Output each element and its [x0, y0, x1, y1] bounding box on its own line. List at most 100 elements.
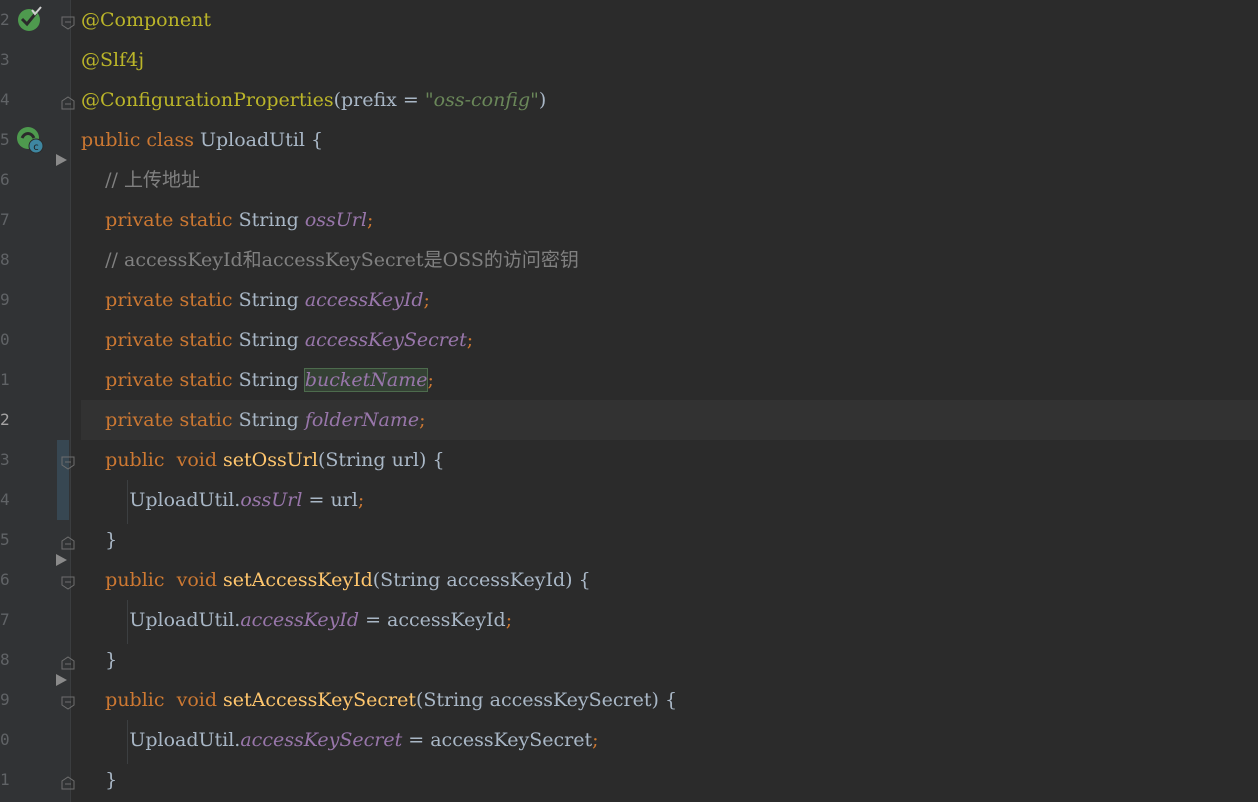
fold-end-icon[interactable]	[61, 776, 75, 790]
code-text[interactable]: UploadUtil.ossUrl = url;	[81, 480, 364, 520]
code-text[interactable]: public class UploadUtil {	[81, 120, 323, 160]
code-line-area[interactable]: @Component	[81, 0, 1258, 40]
code-token: ;	[366, 209, 374, 231]
spring-class-icon[interactable]: c	[16, 126, 44, 154]
code-line-area[interactable]: private static String accessKeyId;	[81, 280, 1258, 320]
code-line[interactable]: 3 public void setOssUrl(String url) {	[0, 440, 1258, 480]
fold-marker-icon[interactable]	[61, 456, 75, 470]
line-number[interactable]: 6	[0, 570, 12, 590]
code-line[interactable]: 7 UploadUtil.accessKeyId = accessKeyId;	[0, 600, 1258, 640]
code-token: UploadUtil {	[199, 129, 324, 151]
code-line-area[interactable]: public void setAccessKeyId(String access…	[81, 560, 1258, 600]
line-number[interactable]: 3	[0, 450, 12, 470]
line-number[interactable]: 0	[0, 330, 12, 350]
line-number[interactable]: 8	[0, 650, 12, 670]
line-number[interactable]: 9	[0, 690, 12, 710]
line-number[interactable]: 3	[0, 50, 12, 70]
code-token: bucketName	[303, 368, 429, 392]
spring-bean-check-icon[interactable]	[16, 6, 44, 34]
fold-end-icon[interactable]	[61, 656, 75, 670]
code-line-area[interactable]: }	[81, 520, 1258, 560]
code-text[interactable]: @ConfigurationProperties(prefix = "oss-c…	[81, 80, 546, 120]
code-line-area[interactable]: public class UploadUtil {	[81, 120, 1258, 160]
line-number[interactable]: 5	[0, 130, 12, 150]
code-line-area[interactable]: public void setAccessKeySecret(String ac…	[81, 680, 1258, 720]
code-text[interactable]: private static String accessKeyId;	[81, 280, 430, 320]
code-text[interactable]: UploadUtil.accessKeyId = accessKeyId;	[81, 600, 512, 640]
code-line-area[interactable]: @Slf4j	[81, 40, 1258, 80]
line-number[interactable]: 4	[0, 490, 12, 510]
code-line-area[interactable]: @ConfigurationProperties(prefix = "oss-c…	[81, 80, 1258, 120]
code-line[interactable]: 2 private static String folderName;	[0, 400, 1258, 440]
gutter-arrow-icon[interactable]	[56, 554, 67, 566]
code-text[interactable]: UploadUtil.accessKeySecret = accessKeySe…	[81, 720, 598, 760]
code-line[interactable]: 4 @ConfigurationProperties(prefix = "oss-…	[0, 80, 1258, 120]
code-line[interactable]: 6 public void setAccessKeyId(String acce…	[0, 560, 1258, 600]
code-token: ossUrl	[304, 209, 367, 231]
code-line[interactable]: 5 public class UploadUtil {	[0, 120, 1258, 160]
gutter-arrow-icon[interactable]	[56, 154, 67, 166]
line-number[interactable]: 9	[0, 290, 12, 310]
line-number[interactable]: 1	[0, 370, 12, 390]
line-number[interactable]: 0	[0, 730, 12, 750]
code-line-area[interactable]: }	[81, 760, 1258, 800]
code-text[interactable]: @Slf4j	[81, 40, 144, 80]
code-text[interactable]: @Component	[81, 0, 211, 40]
code-text[interactable]: private static String accessKeySecret;	[81, 320, 473, 360]
code-text[interactable]: }	[81, 520, 117, 560]
code-line-area[interactable]: // 上传地址	[81, 160, 1258, 200]
code-line-area[interactable]: private static String folderName;	[81, 400, 1258, 440]
code-line[interactable]: 9 public void setAccessKeySecret(String …	[0, 680, 1258, 720]
code-line[interactable]: 0 UploadUtil.accessKeySecret = accessKey…	[0, 720, 1258, 760]
code-text[interactable]: // accessKeyId和accessKeySecret是OSS的访问密钥	[81, 240, 579, 280]
fold-marker-icon[interactable]	[61, 16, 75, 30]
line-number[interactable]: 7	[0, 610, 12, 630]
code-line[interactable]: 3 @Slf4j	[0, 40, 1258, 80]
code-text[interactable]: private static String folderName;	[81, 400, 425, 440]
code-text[interactable]: public void setOssUrl(String url) {	[81, 440, 444, 480]
code-line-area[interactable]: }	[81, 640, 1258, 680]
code-token: setAccessKeySecret	[223, 689, 416, 711]
fold-marker-icon[interactable]	[61, 696, 75, 710]
code-text[interactable]: }	[81, 640, 117, 680]
line-number[interactable]: 8	[0, 250, 12, 270]
code-line-area[interactable]: public void setOssUrl(String url) {	[81, 440, 1258, 480]
code-line-area[interactable]: private static String ossUrl;	[81, 200, 1258, 240]
fold-end-icon[interactable]	[61, 536, 75, 550]
gutter-arrow-icon[interactable]	[56, 674, 67, 686]
code-text[interactable]: private static String ossUrl;	[81, 200, 373, 240]
code-line[interactable]: 1 }	[0, 760, 1258, 800]
code-text[interactable]: public void setAccessKeySecret(String ac…	[81, 680, 677, 720]
code-line[interactable]: 0 private static String accessKeySecret;	[0, 320, 1258, 360]
line-number[interactable]: 2	[0, 10, 12, 30]
svg-text:c: c	[33, 142, 39, 153]
code-line[interactable]: 8 }	[0, 640, 1258, 680]
code-line[interactable]: 8 // accessKeyId和accessKeySecret是OSS的访问密…	[0, 240, 1258, 280]
code-line-area[interactable]: private static String accessKeySecret;	[81, 320, 1258, 360]
line-number[interactable]: 1	[0, 770, 12, 790]
code-line-area[interactable]: UploadUtil.accessKeyId = accessKeyId;	[81, 600, 1258, 640]
code-line[interactable]: 4 UploadUtil.ossUrl = url;	[0, 480, 1258, 520]
code-text[interactable]: // 上传地址	[81, 160, 200, 200]
code-text[interactable]: public void setAccessKeyId(String access…	[81, 560, 591, 600]
code-line-area[interactable]: private static String bucketName;	[81, 360, 1258, 400]
fold-end-icon[interactable]	[61, 96, 75, 110]
code-token: }	[81, 769, 118, 791]
line-number[interactable]: 2	[0, 410, 12, 430]
code-line[interactable]: 2 @Component	[0, 0, 1258, 40]
line-number[interactable]: 6	[0, 170, 12, 190]
line-number[interactable]: 7	[0, 210, 12, 230]
code-line[interactable]: 6 // 上传地址	[0, 160, 1258, 200]
code-line[interactable]: 5 }	[0, 520, 1258, 560]
line-number[interactable]: 5	[0, 530, 12, 550]
fold-marker-icon[interactable]	[61, 576, 75, 590]
code-line[interactable]: 7 private static String ossUrl;	[0, 200, 1258, 240]
line-number[interactable]: 4	[0, 90, 12, 110]
code-line-area[interactable]: UploadUtil.ossUrl = url;	[81, 480, 1258, 520]
code-line[interactable]: 1 private static String bucketName;	[0, 360, 1258, 400]
code-line-area[interactable]: UploadUtil.accessKeySecret = accessKeySe…	[81, 720, 1258, 760]
code-line-area[interactable]: // accessKeyId和accessKeySecret是OSS的访问密钥	[81, 240, 1258, 280]
code-line[interactable]: 9 private static String accessKeyId;	[0, 280, 1258, 320]
code-text[interactable]: private static String bucketName;	[81, 360, 434, 400]
code-text[interactable]: }	[81, 760, 117, 800]
